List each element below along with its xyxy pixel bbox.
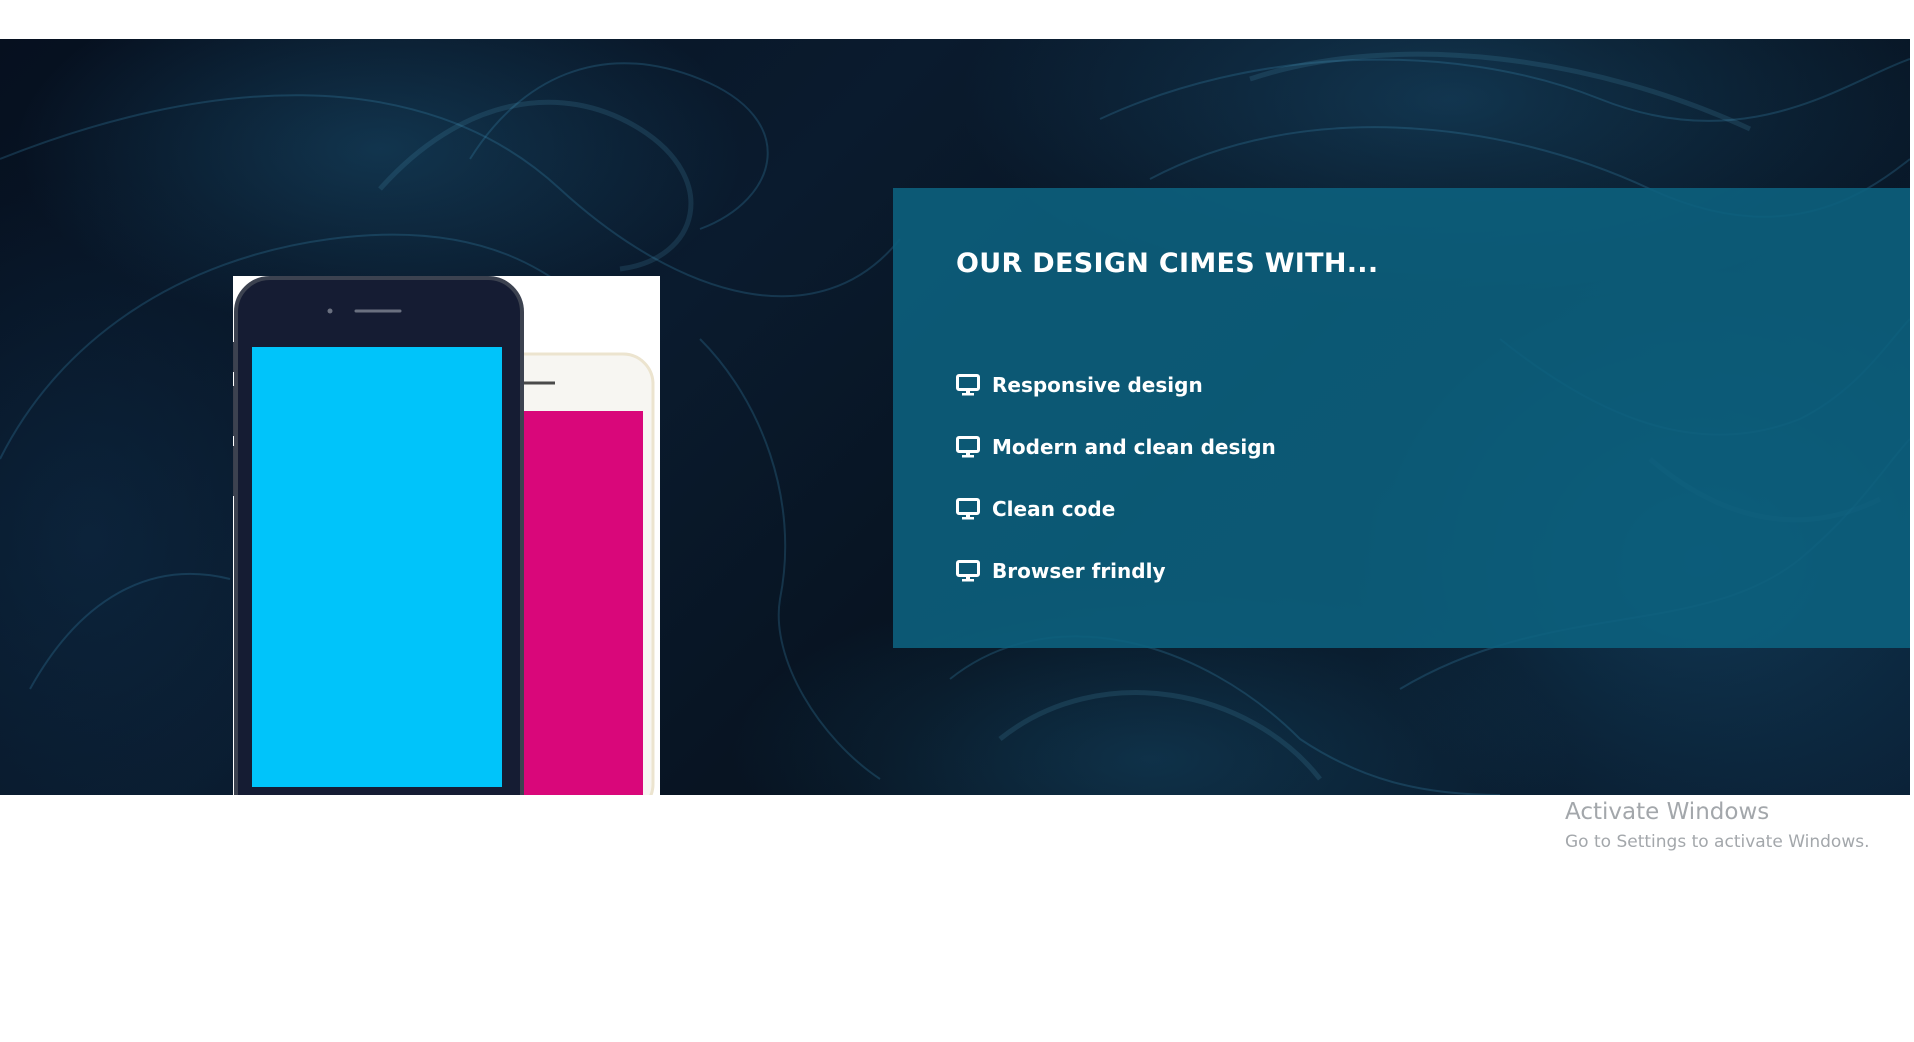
feature-label: Responsive design bbox=[992, 373, 1203, 397]
monitor-icon bbox=[956, 560, 980, 582]
monitor-icon bbox=[956, 498, 980, 520]
panel-title: OUR DESIGN CIMES WITH... bbox=[956, 248, 1379, 279]
windows-activation-watermark: Activate Windows Go to Settings to activ… bbox=[1565, 795, 1870, 855]
feature-item: Responsive design bbox=[956, 354, 1276, 416]
activation-title: Activate Windows bbox=[1565, 799, 1770, 825]
monitor-icon bbox=[956, 374, 980, 396]
activation-subtitle: Go to Settings to activate Windows. bbox=[1565, 832, 1870, 852]
front-phone-screen bbox=[252, 347, 502, 787]
feature-label: Browser frindly bbox=[992, 559, 1166, 583]
feature-list: Responsive design Modern and clean desig… bbox=[956, 354, 1276, 602]
feature-label: Clean code bbox=[992, 497, 1116, 521]
page: OUR DESIGN CIMES WITH... Responsive desi… bbox=[0, 0, 1914, 1042]
feature-item: Clean code bbox=[956, 478, 1276, 540]
monitor-icon bbox=[956, 436, 980, 458]
hero-section: OUR DESIGN CIMES WITH... Responsive desi… bbox=[0, 39, 1910, 795]
phones-image bbox=[233, 276, 660, 795]
feature-label: Modern and clean design bbox=[992, 435, 1276, 459]
feature-item: Modern and clean design bbox=[956, 416, 1276, 478]
features-panel: OUR DESIGN CIMES WITH... Responsive desi… bbox=[893, 188, 1910, 648]
feature-item: Browser frindly bbox=[956, 540, 1276, 602]
phones-illustration bbox=[233, 276, 655, 795]
